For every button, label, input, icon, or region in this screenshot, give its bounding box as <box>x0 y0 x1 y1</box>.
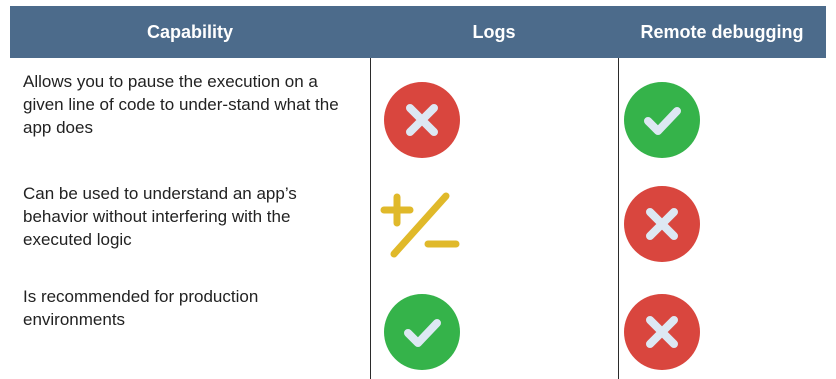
header-logs: Logs <box>472 22 516 42</box>
check-icon <box>384 294 460 370</box>
table-row: Allows you to pause the execution on a g… <box>10 66 826 176</box>
capability-comparison-table: Capability Logs Remote debugging Allows … <box>10 6 826 379</box>
header-capability: Capability <box>146 22 234 42</box>
capability-text: Can be used to understand an app’s behav… <box>23 184 297 249</box>
x-icon <box>624 294 700 370</box>
x-icon <box>384 82 460 158</box>
header-remote-debugging: Remote debugging <box>640 22 804 42</box>
table-row: Can be used to understand an app’s behav… <box>10 176 826 276</box>
check-icon <box>624 82 700 158</box>
table-row: Is recommended for production environmen… <box>10 282 826 379</box>
table-header: Capability Logs Remote debugging <box>10 6 826 58</box>
capability-text: Is recommended for production environmen… <box>23 287 259 329</box>
capability-text: Allows you to pause the execution on a g… <box>23 72 339 137</box>
x-icon <box>624 186 700 262</box>
plus-minus-icon <box>380 186 460 262</box>
